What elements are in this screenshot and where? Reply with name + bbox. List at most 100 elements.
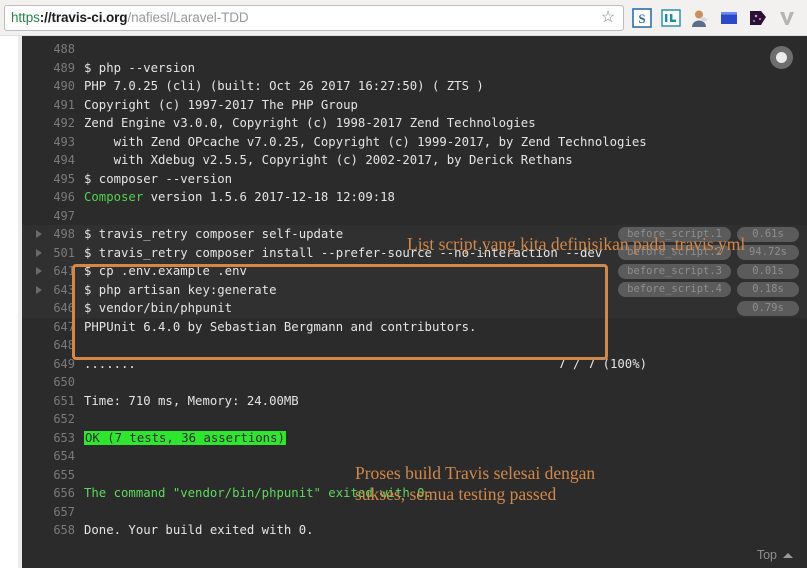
tests-ok-badge: OK (7 tests, 36 assertions) bbox=[84, 430, 286, 445]
log-line-number: 646 bbox=[53, 301, 75, 316]
log-text: with Zend OPcache v7.0.25, Copyright (c)… bbox=[84, 134, 647, 149]
expand-triangle-icon[interactable] bbox=[36, 230, 42, 238]
log-text: $ composer --version bbox=[84, 171, 233, 186]
log-line-number: 497 bbox=[53, 208, 75, 223]
stage-duration-badge: 94.72s bbox=[737, 245, 799, 261]
log-line-number: 492 bbox=[53, 116, 75, 131]
caret-up-icon bbox=[783, 552, 793, 558]
log-text: Done. Your build exited with 0. bbox=[84, 523, 314, 538]
log-text: Zend Engine v3.0.0, Copyright (c) 1998-2… bbox=[84, 116, 536, 131]
log-line-content: PHP 7.0.25 (cli) (built: Oct 26 2017 16:… bbox=[84, 79, 807, 93]
log-line: 496 Composer version 1.5.6 2017-12-18 12:… bbox=[22, 188, 807, 207]
log-text: PHPUnit 6.4.0 by Sebastian Bergmann and … bbox=[84, 319, 477, 334]
stage-duration-badge: 0.01s bbox=[737, 263, 799, 279]
blue-square-icon[interactable] bbox=[719, 8, 739, 28]
log-line-number: 496 bbox=[53, 190, 75, 205]
log-line: 495 $ composer --version bbox=[22, 170, 807, 189]
dark-app-icon[interactable] bbox=[748, 8, 768, 28]
extension-icons: S bbox=[628, 7, 803, 28]
scroll-to-top-link[interactable]: Top bbox=[757, 548, 793, 562]
log-line-number: 647 bbox=[53, 319, 75, 334]
travis-build-log[interactable]: 488 489 $ php --version 490 PHP 7.0.25 (cli)… bbox=[22, 36, 807, 568]
skype-icon[interactable]: S bbox=[632, 7, 652, 28]
address-bar[interactable]: https://travis-ci.org/nafiesl/Laravel-TD… bbox=[4, 4, 624, 31]
stage-duration-badge: 0.61s bbox=[737, 226, 799, 242]
log-line-content: Composer version 1.5.6 2017-12-18 12:09:… bbox=[84, 190, 807, 204]
expand-triangle-icon[interactable] bbox=[36, 267, 42, 275]
log-line: 648 bbox=[22, 336, 807, 355]
log-line: 491 Copyright (c) 1997-2017 The PHP Group bbox=[22, 96, 807, 115]
log-line-number: 490 bbox=[53, 79, 75, 94]
scroll-to-top-label: Top bbox=[756, 548, 777, 562]
annotation-script-list: List script yang kita definisikan pada .… bbox=[407, 234, 746, 254]
log-line-number: 498 bbox=[53, 227, 75, 242]
log-text: with Xdebug v2.5.5, Copyright (c) 2002-2… bbox=[84, 153, 573, 168]
log-line: 490 PHP 7.0.25 (cli) (built: Oct 26 2017 … bbox=[22, 77, 807, 96]
log-text: $ travis_retry composer self-update bbox=[84, 227, 344, 242]
log-line-number: 488 bbox=[53, 42, 75, 57]
stage-name-badge: before_script.4 bbox=[618, 282, 731, 298]
page-body: 488 489 $ php --version 490 PHP 7.0.25 (cli)… bbox=[0, 36, 807, 568]
log-line: 647 PHPUnit 6.4.0 by Sebastian Bergmann a… bbox=[22, 318, 807, 337]
log-line-content: Time: 710 ms, Memory: 24.00MB bbox=[84, 394, 807, 408]
log-line: 650 bbox=[22, 373, 807, 392]
log-line-content: $ composer --version bbox=[84, 172, 807, 186]
log-line: 646 $ vendor/bin/phpunit 0.79s bbox=[22, 299, 807, 318]
avatar-icon[interactable] bbox=[690, 8, 710, 28]
log-line-badges: before_script.3 0.01s bbox=[618, 262, 799, 281]
annotation-build-success: Proses build Travis selesai dengan sukse… bbox=[355, 463, 595, 505]
url-scheme: https bbox=[11, 10, 40, 25]
log-line: 493 with Zend OPcache v7.0.25, Copyright… bbox=[22, 133, 807, 152]
log-line: 641 $ cp .env.example .env before_script.3… bbox=[22, 262, 807, 281]
log-line-number: 652 bbox=[53, 412, 75, 427]
log-line-badges: before_script.4 0.18s bbox=[618, 281, 799, 300]
log-line-badges: 0.79s bbox=[627, 299, 799, 318]
log-line-content: with Xdebug v2.5.5, Copyright (c) 2002-2… bbox=[84, 153, 807, 167]
log-line-content: $ php --version bbox=[84, 61, 807, 75]
expand-triangle-icon[interactable] bbox=[36, 285, 42, 294]
log-text: $ php artisan key:generate bbox=[84, 282, 277, 297]
log-line-number: 656 bbox=[53, 486, 75, 501]
log-line-content: with Zend OPcache v7.0.25, Copyright (c)… bbox=[84, 135, 807, 149]
log-line-number: 657 bbox=[53, 504, 75, 519]
log-line: 658 Done. Your build exited with 0. bbox=[22, 521, 807, 540]
log-line: 657 bbox=[22, 503, 807, 522]
expand-triangle-icon[interactable] bbox=[36, 248, 42, 257]
log-line-number: 649 bbox=[53, 356, 75, 371]
linkedin-icon[interactable] bbox=[661, 8, 681, 28]
log-text: $ vendor/bin/phpunit bbox=[84, 301, 233, 316]
log-line-number: 501 bbox=[53, 245, 75, 260]
log-text: Copyright (c) 1997-2017 The PHP Group bbox=[84, 97, 358, 112]
log-line-content: Zend Engine v3.0.0, Copyright (c) 1998-2… bbox=[84, 116, 807, 130]
log-line-number: 493 bbox=[53, 134, 75, 149]
log-line-number: 648 bbox=[53, 338, 75, 353]
bookmark-star-icon[interactable]: ☆ bbox=[599, 9, 617, 27]
url-text: https://travis-ci.org/nafiesl/Laravel-TD… bbox=[11, 10, 599, 25]
url-host: ://travis-ci.org bbox=[39, 10, 128, 25]
log-line-number: 643 bbox=[53, 282, 75, 297]
log-text: $ php --version bbox=[84, 60, 196, 75]
log-line-number: 654 bbox=[53, 449, 75, 464]
svg-text:S: S bbox=[638, 11, 645, 26]
log-line-number: 658 bbox=[53, 523, 75, 538]
log-line: 488 bbox=[22, 40, 807, 59]
log-line: 494 with Xdebug v2.5.5, Copyright (c) 20… bbox=[22, 151, 807, 170]
log-line: 653 OK (7 tests, 36 assertions) bbox=[22, 429, 807, 448]
log-line-number: 489 bbox=[53, 60, 75, 75]
log-line: 643 $ php artisan key:generate before_scri… bbox=[22, 280, 807, 300]
log-line-number: 641 bbox=[53, 264, 75, 279]
log-line-number: 495 bbox=[53, 171, 75, 186]
log-line-number: 650 bbox=[53, 375, 75, 390]
log-line-content: OK (7 tests, 36 assertions) bbox=[84, 430, 807, 445]
log-line-number: 655 bbox=[53, 467, 75, 482]
url-path: /nafiesl/Laravel-TDD bbox=[127, 10, 249, 25]
test-progress-count: 7 / 7 (100%) bbox=[558, 356, 647, 371]
log-line-content: PHPUnit 6.4.0 by Sebastian Bergmann and … bbox=[84, 320, 807, 334]
log-line: 497 bbox=[22, 207, 807, 226]
log-text: Time: 710 ms, Memory: 24.00MB bbox=[84, 393, 299, 408]
log-line-number: 651 bbox=[53, 393, 75, 408]
stage-duration-badge: 0.18s bbox=[737, 282, 799, 298]
log-line-content: Done. Your build exited with 0. bbox=[84, 523, 807, 537]
vivaldi-v-icon[interactable] bbox=[777, 8, 797, 28]
log-text: version 1.5.6 2017-12-18 12:09:18 bbox=[150, 190, 395, 205]
